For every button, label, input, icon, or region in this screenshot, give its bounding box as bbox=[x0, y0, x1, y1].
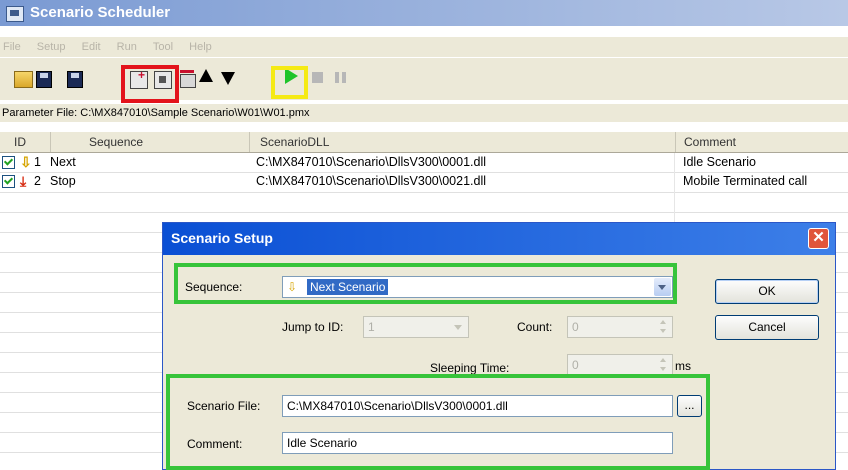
row-dll: C:\MX847010\Scenario\DllsV300\0001.dll bbox=[256, 155, 486, 169]
stop-arrow-icon: ⤓ bbox=[20, 173, 27, 189]
menubar: File Setup Edit Run Tool Help bbox=[0, 37, 848, 57]
highlight-yellow-box bbox=[271, 66, 308, 99]
row-id: 1 bbox=[34, 155, 41, 169]
jump-to-id-value: 1 bbox=[368, 320, 375, 334]
row-sequence: Stop bbox=[50, 174, 76, 188]
main-titlebar: Scenario Scheduler bbox=[0, 0, 848, 26]
dialog-titlebar: Scenario Setup ✕ bbox=[163, 223, 835, 255]
menu-file[interactable]: File bbox=[3, 41, 21, 53]
move-down-icon[interactable] bbox=[221, 72, 235, 85]
pause-icon[interactable] bbox=[335, 72, 339, 83]
pause-icon-bar bbox=[342, 72, 346, 83]
ok-button[interactable]: OK bbox=[715, 279, 819, 304]
menu-help[interactable]: Help bbox=[189, 41, 212, 53]
row-comment: Idle Scenario bbox=[683, 155, 756, 169]
save-as-icon[interactable] bbox=[67, 71, 83, 88]
table-row[interactable]: ⤓ 2 Stop C:\MX847010\Scenario\DllsV300\0… bbox=[0, 172, 848, 190]
sleeping-time-label: Sleeping Time: bbox=[430, 361, 510, 375]
parameter-file-bar: Parameter File: C:\MX847010\Sample Scena… bbox=[0, 104, 848, 122]
column-header-comment[interactable]: Comment bbox=[675, 132, 848, 152]
app-icon bbox=[6, 6, 24, 22]
spin-icon[interactable] bbox=[656, 318, 671, 336]
sleeping-time-unit: ms bbox=[675, 359, 691, 373]
cancel-button[interactable]: Cancel bbox=[715, 315, 819, 340]
row-dll: C:\MX847010\Scenario\DllsV300\0021.dll bbox=[256, 174, 486, 188]
row-checkbox[interactable] bbox=[2, 156, 15, 169]
jump-to-id-label: Jump to ID: bbox=[282, 320, 344, 334]
menu-run[interactable]: Run bbox=[117, 41, 137, 53]
menu-tool[interactable]: Tool bbox=[153, 41, 173, 53]
stop-icon[interactable] bbox=[312, 72, 323, 83]
sleeping-time-stepper[interactable]: 0 bbox=[567, 354, 673, 376]
menu-setup[interactable]: Setup bbox=[37, 41, 66, 53]
highlight-green-box-file bbox=[166, 374, 710, 470]
next-arrow-icon: ⇩ bbox=[20, 154, 32, 170]
row-comment: Mobile Terminated call bbox=[683, 174, 808, 188]
menu-edit[interactable]: Edit bbox=[82, 41, 101, 53]
column-header-dll[interactable]: ScenarioDLL bbox=[249, 132, 674, 152]
chevron-down-icon[interactable] bbox=[450, 318, 467, 336]
count-value: 0 bbox=[572, 320, 579, 334]
dialog-title: Scenario Setup bbox=[171, 230, 273, 246]
column-header-sequence[interactable]: Sequence bbox=[50, 132, 248, 152]
column-header-id[interactable]: ID bbox=[0, 132, 49, 152]
table-row[interactable]: ⇩ 1 Next C:\MX847010\Scenario\DllsV300\0… bbox=[0, 153, 848, 171]
row-sequence: Next bbox=[50, 155, 76, 169]
spin-icon[interactable] bbox=[656, 356, 671, 374]
delete-scenario-icon[interactable] bbox=[180, 70, 196, 88]
grid-header: ID Sequence ScenarioDLL Comment bbox=[0, 132, 848, 153]
parameter-file-path: Parameter File: C:\MX847010\Sample Scena… bbox=[2, 107, 310, 119]
jump-to-id-select[interactable]: 1 bbox=[363, 316, 469, 338]
count-label: Count: bbox=[517, 320, 553, 334]
row-checkbox[interactable] bbox=[2, 175, 15, 188]
move-up-icon[interactable] bbox=[199, 69, 213, 82]
count-stepper[interactable]: 0 bbox=[567, 316, 673, 338]
row-id: 2 bbox=[34, 174, 41, 188]
open-icon[interactable] bbox=[14, 71, 33, 88]
highlight-red-box bbox=[121, 65, 179, 103]
save-icon[interactable] bbox=[36, 71, 52, 88]
close-icon[interactable]: ✕ bbox=[808, 228, 829, 249]
highlight-green-box-sequence bbox=[174, 263, 677, 304]
sleeping-time-value: 0 bbox=[572, 358, 579, 372]
window-title: Scenario Scheduler bbox=[30, 4, 171, 21]
